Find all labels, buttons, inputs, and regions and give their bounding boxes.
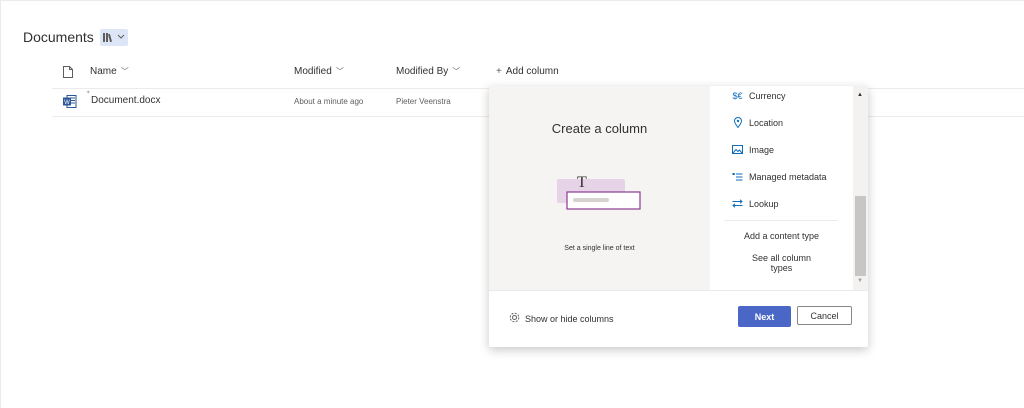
column-type-list: $€ Currency Location Image Managed metad…	[710, 86, 853, 290]
show-hide-columns-label: Show or hide columns	[525, 313, 614, 324]
column-type-lookup[interactable]: Lookup	[732, 198, 779, 209]
add-column-label: Add column	[505, 66, 559, 77]
column-type-label: Location	[749, 117, 784, 128]
column-type-image[interactable]: Image	[732, 144, 774, 155]
plus-icon: +	[496, 66, 502, 77]
modified-by-column-header[interactable]: Modified By ﹀	[396, 66, 460, 77]
page-title: Documents	[23, 29, 94, 45]
modified-by-column-label: Modified By	[396, 66, 449, 77]
footer-divider	[489, 290, 868, 291]
lookup-arrows-icon	[732, 198, 743, 209]
column-type-label: Lookup	[749, 198, 779, 209]
see-all-column-types-link[interactable]: See all column types	[710, 253, 853, 273]
name-column-label: Name	[90, 66, 117, 77]
column-header-row: Name ﹀ Modified ﹀ Modified By ﹀ + Add co…	[0, 63, 1024, 83]
column-type-location[interactable]: Location	[732, 117, 783, 128]
column-type-label: Managed metadata	[749, 171, 827, 182]
library-switch-button[interactable]	[99, 28, 128, 46]
chevron-down-icon	[117, 34, 125, 40]
modified-cell: About a minute ago	[294, 97, 364, 106]
scroll-up-arrow-icon[interactable]: ▲	[857, 92, 863, 98]
create-column-panel: Create a column T Set a single line of t…	[489, 86, 868, 347]
svg-text:W: W	[64, 100, 70, 106]
chevron-down-icon: ﹀	[120, 67, 129, 76]
modified-column-label: Modified	[294, 66, 332, 77]
top-border	[0, 0, 1024, 1]
see-all-line-1: See all column	[751, 253, 812, 263]
dialog-title: Create a column	[551, 121, 648, 136]
scrollbar-thumb[interactable]	[855, 196, 866, 276]
column-type-managed-metadata[interactable]: Managed metadata	[732, 171, 827, 182]
column-type-label: Currency	[749, 90, 786, 101]
svg-text:T: T	[577, 174, 587, 191]
column-type-label: Image	[749, 144, 775, 155]
modified-column-header[interactable]: Modified ﹀	[294, 66, 344, 77]
new-item-sparkle-icon: ⁺	[86, 89, 91, 98]
left-border	[0, 0, 1, 408]
image-icon	[732, 144, 743, 155]
scroll-down-arrow-icon[interactable]: ▼	[857, 278, 863, 284]
cancel-button[interactable]: Cancel	[797, 306, 852, 325]
add-content-type-link[interactable]: Add a content type	[710, 231, 853, 241]
column-type-scrollbar[interactable]: ▲ ▼	[853, 86, 868, 290]
gear-icon	[509, 312, 520, 325]
file-name-link[interactable]: Document.docx	[91, 95, 160, 106]
currency-icon: $€	[732, 90, 743, 101]
tag-list-icon	[732, 171, 743, 182]
file-type-column-header[interactable]	[63, 66, 73, 81]
chevron-down-icon: ﹀	[452, 67, 461, 76]
chevron-down-icon: ﹀	[335, 67, 344, 76]
modified-by-cell[interactable]: Pieter Veenstra	[396, 97, 451, 106]
list-divider	[724, 220, 838, 221]
word-file-icon: W	[63, 95, 77, 111]
library-icon	[102, 32, 115, 42]
single-line-text-illustration: T	[557, 170, 643, 215]
location-pin-icon	[732, 117, 743, 128]
library-header: Documents	[23, 27, 128, 47]
name-column-header[interactable]: Name ﹀	[90, 66, 129, 77]
preview-caption: Set a single line of text	[564, 245, 635, 252]
show-hide-columns-button[interactable]: Show or hide columns	[509, 312, 614, 325]
column-type-currency[interactable]: $€ Currency	[732, 90, 786, 101]
see-all-line-2: types	[770, 263, 793, 273]
add-column-button[interactable]: + Add column	[496, 66, 559, 77]
next-button[interactable]: Next	[738, 306, 791, 327]
column-type-preview: Create a column T Set a single line of t…	[489, 86, 710, 290]
document-icon	[63, 66, 73, 81]
